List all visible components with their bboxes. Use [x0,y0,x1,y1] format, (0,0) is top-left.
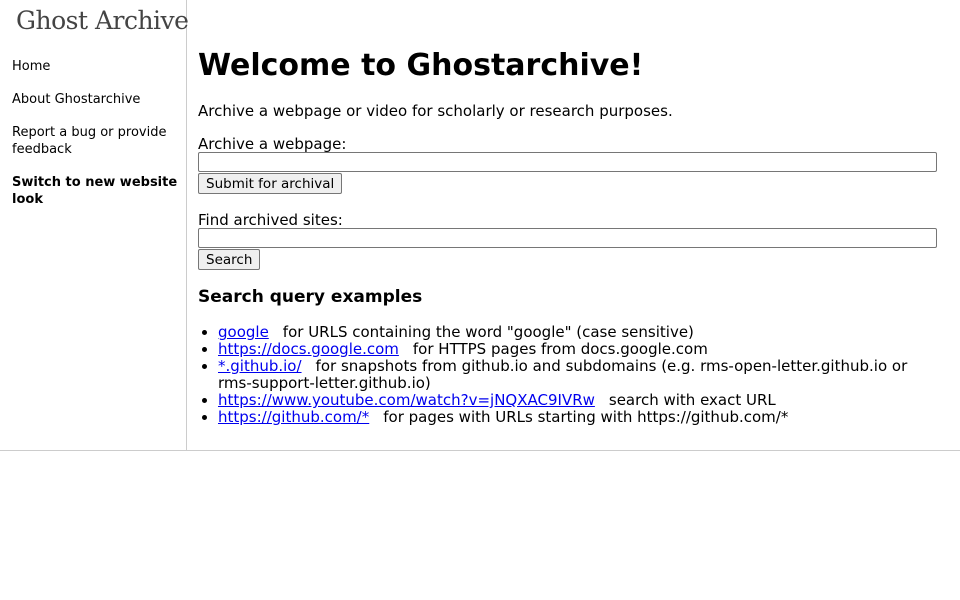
sidebar-item-about[interactable]: About Ghostarchive [12,91,180,108]
find-label: Find archived sites: [198,211,343,229]
examples-list: google for URLS containing the word "goog… [198,324,938,426]
sidebar-item-new-look[interactable]: Switch to new website look [12,174,180,208]
list-item: *.github.io/for snapshots from github.io… [218,358,938,392]
example-link-github[interactable]: https://github.com/* [218,408,369,426]
page-layout: Ghost Archive Home About Ghostarchive Re… [0,0,960,451]
list-item: https://www.youtube.com/watch?v=jNQXAC9I… [218,392,938,409]
intro-text: Archive a webpage or video for scholarly… [198,102,673,120]
example-link-google[interactable]: google [218,323,269,341]
page-title: Welcome to Ghostarchive! [198,48,644,83]
example-desc: for pages with URLs starting with https:… [383,408,789,426]
example-desc: search with exact URL [608,391,776,409]
list-item: https://github.com/* for pages with URLs … [218,409,938,426]
archive-label: Archive a webpage: [198,135,347,153]
list-item: https://docs.google.com for HTTPS pages f… [218,341,938,358]
example-desc: for HTTPS pages from docs.google.com [412,340,708,358]
examples-heading: Search query examples [198,287,423,307]
example-link-github-io[interactable]: *.github.io/ [218,357,302,375]
sidebar: Ghost Archive Home About Ghostarchive Re… [0,0,189,450]
sidebar-item-home[interactable]: Home [12,58,180,75]
archive-url-input[interactable] [198,152,937,172]
list-item: google for URLS containing the word "goog… [218,324,938,341]
sidebar-item-report-bug[interactable]: Report a bug or provide feedback [12,124,180,158]
submit-archival-button[interactable]: Submit for archival [198,173,343,194]
search-button[interactable]: Search [198,249,261,270]
example-link-docs-google[interactable]: https://docs.google.com [218,340,399,358]
example-link-youtube[interactable]: https://www.youtube.com/watch?v=jNQXAC9I… [218,391,595,409]
example-desc: for snapshots from github.io and subdoma… [218,357,908,392]
site-logo[interactable]: Ghost Archive [16,6,189,35]
sidebar-nav: Home About Ghostarchive Report a bug or … [12,58,180,224]
search-input[interactable] [198,228,937,248]
example-desc: for URLS containing the word "google" (c… [282,323,694,341]
